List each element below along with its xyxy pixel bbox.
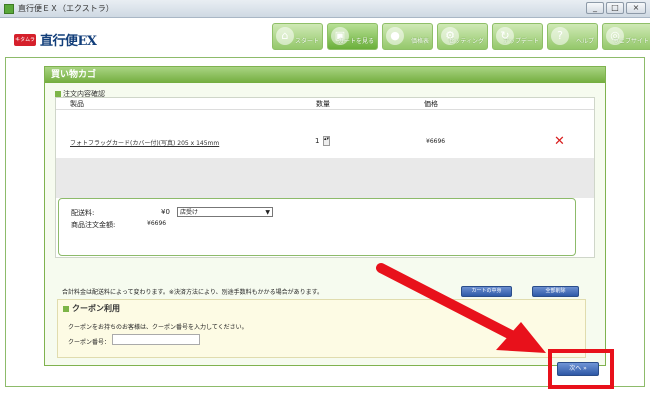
annotation-arrow-icon bbox=[376, 263, 546, 353]
